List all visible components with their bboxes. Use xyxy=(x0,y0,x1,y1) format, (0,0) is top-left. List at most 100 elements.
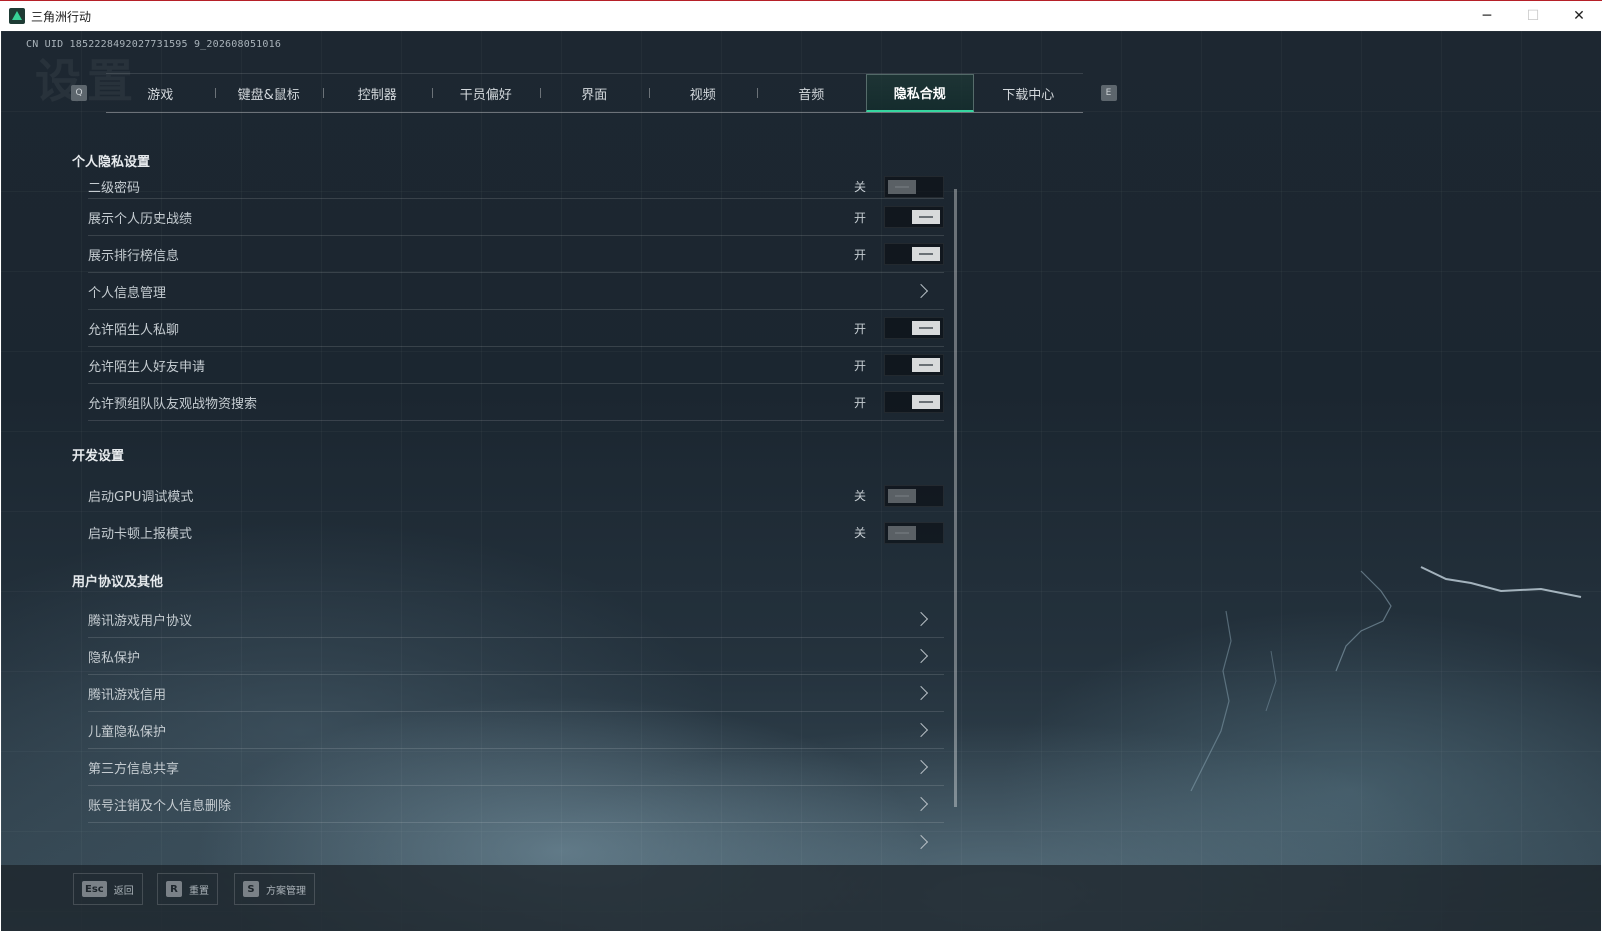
tab-controller[interactable]: 控制器 xyxy=(323,74,432,112)
toggle-knob xyxy=(888,179,916,194)
section-title-agreements: 用户协议及其他 xyxy=(72,575,164,590)
link-row-third-party-sharing[interactable]: 第三方信息共享 xyxy=(88,749,944,786)
setting-row-show-history[interactable]: 展示个人历史战绩 开 xyxy=(88,199,944,236)
reset-label: 重置 xyxy=(189,885,209,897)
setting-label: 个人信息管理 xyxy=(88,285,167,301)
toggle-state-text: 开 xyxy=(853,321,866,336)
tab-audio[interactable]: 音频 xyxy=(757,74,866,112)
toggle-state-text: 开 xyxy=(853,210,866,225)
tab-video[interactable]: 视频 xyxy=(648,74,758,112)
setting-row-second-password[interactable]: 二级密码 关 xyxy=(88,175,944,199)
toggle-state-text: 开 xyxy=(853,358,866,373)
window-controls: ─ ☐ ✕ xyxy=(1464,1,1602,31)
account-uid: CN UID 1852228492027731595 9_20260805101… xyxy=(26,39,282,50)
back-label: 返回 xyxy=(113,885,134,897)
gpu-debug-toggle[interactable] xyxy=(884,484,944,507)
close-button[interactable]: ✕ xyxy=(1556,1,1602,31)
reset-button[interactable]: R 重置 xyxy=(157,873,218,905)
setting-row-show-ranking[interactable]: 展示排行榜信息 开 xyxy=(88,236,944,273)
chevron-right-icon xyxy=(913,283,929,299)
setting-row-stutter-report[interactable]: 启动卡顿上报模式 关 xyxy=(88,514,944,551)
settings-panel: 个人隐私设置 二级密码 关 展示个人历史战绩 开 展示排行榜信息 开 个人信息管… xyxy=(72,151,948,863)
link-row-child-privacy[interactable]: 儿童隐私保护 xyxy=(88,712,944,749)
setting-row-stranger-friend[interactable]: 允许陌生人好友申请 开 xyxy=(88,347,944,384)
team-loot-view-toggle[interactable] xyxy=(884,391,944,413)
r-key-badge: R xyxy=(166,881,182,897)
window-title-bar: 三角洲行动 ─ ☐ ✕ xyxy=(0,0,1602,31)
setting-label: 允许陌生人好友申请 xyxy=(88,359,206,375)
footer-bar: Esc 返回 R 重置 S 方案管理 xyxy=(1,865,1601,931)
setting-row-team-loot-view[interactable]: 允许预组队队友观战物资搜索 开 xyxy=(88,384,944,421)
link-label: 隐私保护 xyxy=(88,650,141,666)
setting-label: 允许陌生人私聊 xyxy=(88,322,180,338)
setting-row-gpu-debug[interactable]: 启动GPU调试模式 关 xyxy=(88,477,944,514)
setting-row-personal-info[interactable]: 个人信息管理 xyxy=(88,273,944,310)
link-label: 腾讯游戏信用 xyxy=(88,687,167,703)
section-title-dev: 开发设置 xyxy=(72,449,125,464)
setting-label: 二级密码 xyxy=(88,181,141,196)
toggle-knob xyxy=(912,210,940,224)
settings-scrollbar[interactable] xyxy=(954,189,957,807)
section-title-privacy: 个人隐私设置 xyxy=(72,155,151,170)
setting-label: 启动卡顿上报模式 xyxy=(88,527,193,542)
toggle-state-text: 开 xyxy=(853,247,866,262)
setting-label: 允许预组队队友观战物资搜索 xyxy=(88,396,258,412)
second-password-toggle[interactable] xyxy=(884,175,944,198)
link-row-privacy-protection[interactable]: 隐私保护 xyxy=(88,638,944,675)
show-history-toggle[interactable] xyxy=(884,206,944,228)
link-row-game-credit[interactable]: 腾讯游戏信用 xyxy=(88,675,944,712)
toggle-state-text: 关 xyxy=(853,526,866,540)
tab-interface[interactable]: 界面 xyxy=(540,74,649,112)
toggle-state-text: 开 xyxy=(853,395,866,410)
stranger-friend-toggle[interactable] xyxy=(884,354,944,376)
setting-label: 展示排行榜信息 xyxy=(88,248,180,264)
s-key-badge: S xyxy=(243,881,259,897)
chevron-right-icon xyxy=(913,796,929,812)
settings-tab-bar: Q 游戏 键盘&鼠标 控制器 干员偏好 界面 视频 音频 隐私合规 下载中心 E xyxy=(71,73,1117,113)
chevron-right-icon xyxy=(913,685,929,701)
chevron-right-icon xyxy=(913,834,929,849)
link-label: 账号注销及个人信息删除 xyxy=(88,798,232,814)
app-logo-icon xyxy=(9,8,25,24)
toggle-knob xyxy=(912,358,940,372)
scheme-management-button[interactable]: S 方案管理 xyxy=(234,873,315,905)
setting-label: 展示个人历史战绩 xyxy=(88,211,193,227)
back-button[interactable]: Esc 返回 xyxy=(73,873,143,905)
chevron-right-icon xyxy=(913,759,929,775)
esc-key-badge: Esc xyxy=(82,881,107,897)
toggle-state-text: 关 xyxy=(853,180,866,194)
link-label: 第三方信息共享 xyxy=(88,761,180,777)
minimize-button[interactable]: ─ xyxy=(1464,1,1510,31)
next-tab-key[interactable]: E xyxy=(1100,85,1117,101)
prev-tab-key[interactable]: Q xyxy=(71,85,87,101)
chevron-right-icon xyxy=(913,648,929,664)
game-viewport: 设置 CN UID 1852228492027731595 9_20260805… xyxy=(1,31,1601,931)
scheme-management-label: 方案管理 xyxy=(266,885,306,897)
link-label: 儿童隐私保护 xyxy=(88,724,167,740)
stranger-chat-toggle[interactable] xyxy=(884,317,944,339)
tab-privacy-compliance[interactable]: 隐私合规 xyxy=(865,74,974,112)
toggle-knob xyxy=(912,395,940,409)
tab-keyboard-mouse[interactable]: 键盘&鼠标 xyxy=(214,74,324,112)
tab-game[interactable]: 游戏 xyxy=(106,74,215,112)
maximize-button[interactable]: ☐ xyxy=(1510,1,1556,31)
toggle-knob xyxy=(888,525,916,540)
link-row-partially-hidden[interactable] xyxy=(88,823,944,860)
chevron-right-icon xyxy=(913,611,929,627)
tab-operator-preferences[interactable]: 干员偏好 xyxy=(431,74,541,112)
link-row-account-deletion[interactable]: 账号注销及个人信息删除 xyxy=(88,786,944,823)
tab-list: 游戏 键盘&鼠标 控制器 干员偏好 界面 视频 音频 隐私合规 下载中心 xyxy=(106,73,1083,113)
setting-row-stranger-chat[interactable]: 允许陌生人私聊 开 xyxy=(88,310,944,347)
tab-download-center[interactable]: 下载中心 xyxy=(974,74,1083,112)
toggle-knob xyxy=(888,488,916,503)
chevron-right-icon xyxy=(913,722,929,738)
toggle-state-text: 关 xyxy=(853,489,866,503)
setting-label: 启动GPU调试模式 xyxy=(88,490,194,505)
toggle-knob xyxy=(912,321,940,335)
link-row-user-agreement[interactable]: 腾讯游戏用户协议 xyxy=(88,601,944,638)
stutter-report-toggle[interactable] xyxy=(884,521,944,544)
show-ranking-toggle[interactable] xyxy=(884,243,944,265)
